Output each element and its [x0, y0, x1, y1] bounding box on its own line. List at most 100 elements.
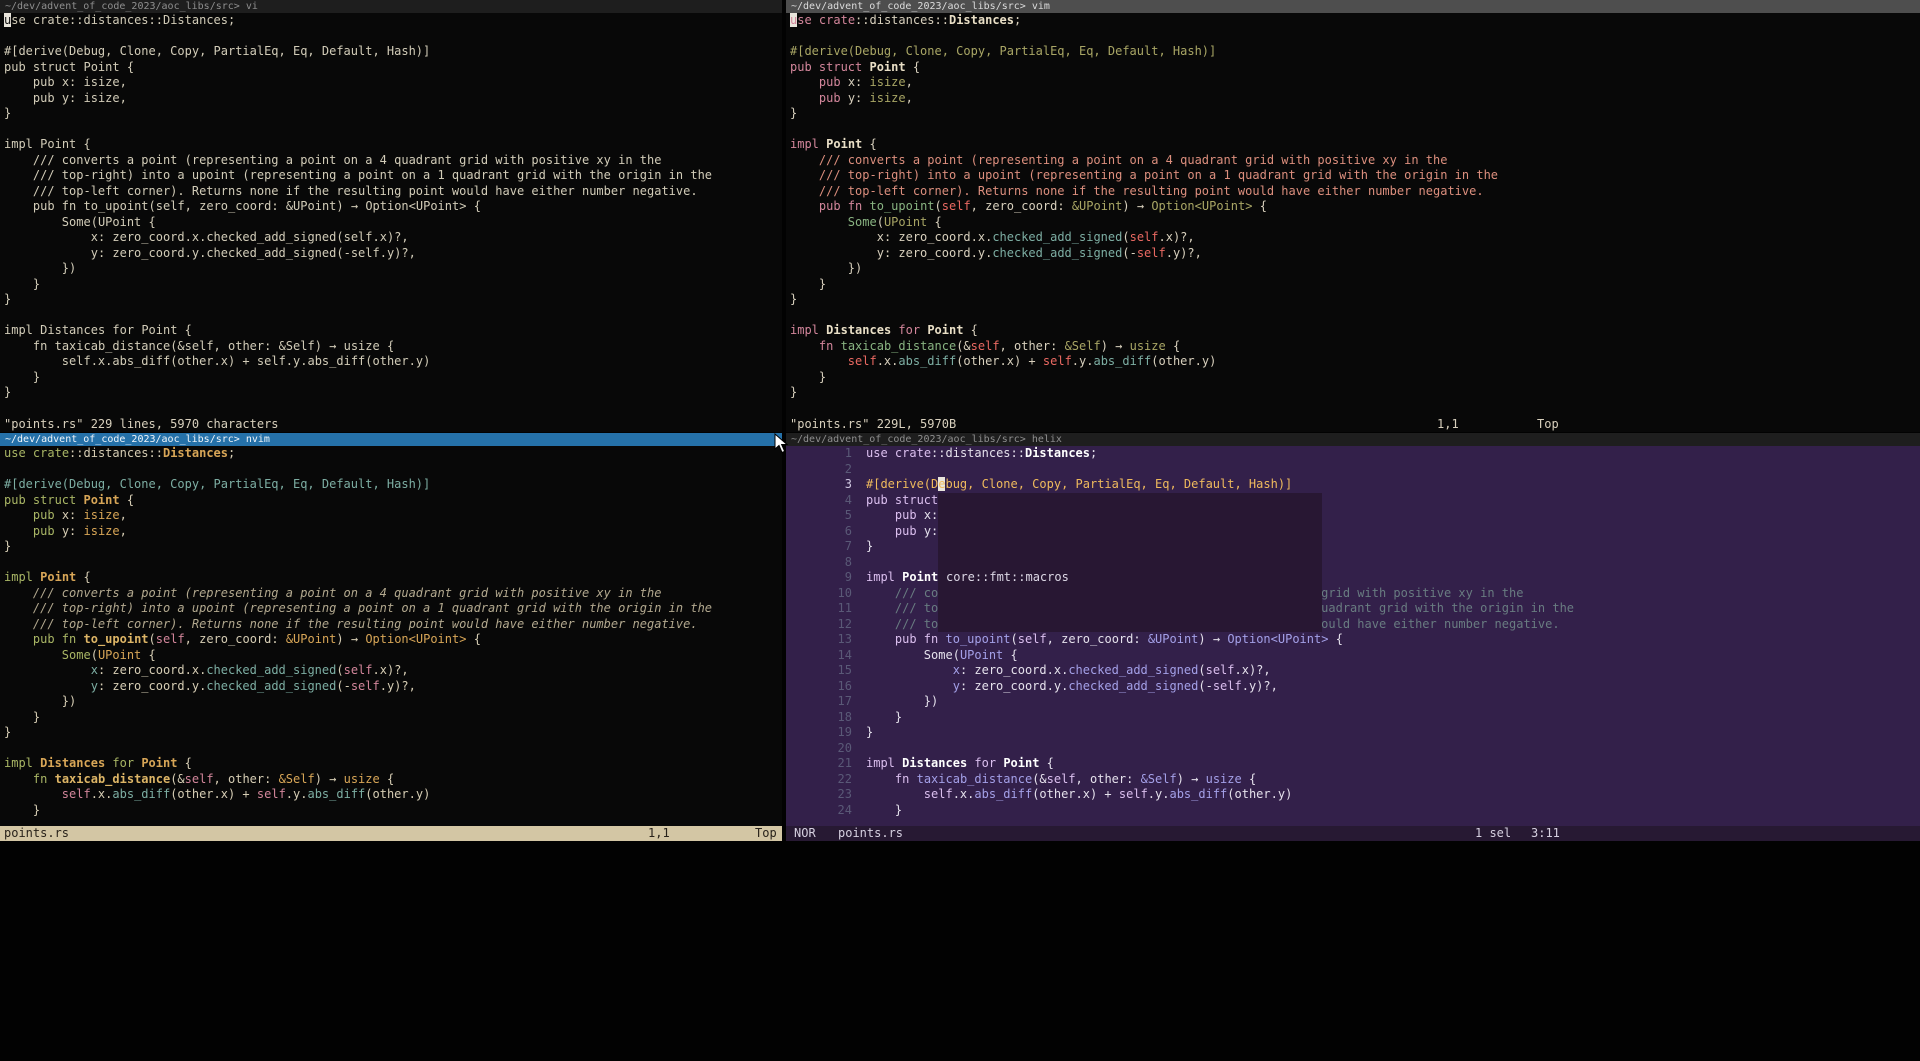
code-line: 22 fn taxicab_distance(&self, other: &Se… — [794, 772, 1920, 788]
code-line: } — [4, 725, 782, 741]
code-line: pub fn to_upoint(self, zero_coord: &UPoi… — [4, 632, 782, 648]
code-line: /// top-right) into a upoint (representi… — [4, 168, 782, 184]
code-line: impl Point { — [790, 137, 1920, 153]
code-line — [4, 29, 782, 45]
line-number: 8 — [794, 555, 866, 571]
code-line: /// top-left corner). Returns none if th… — [4, 184, 782, 200]
code-line: 1use crate::distances::Distances; — [794, 446, 1920, 462]
code-line: self.x.abs_diff(other.x) + self.y.abs_di… — [4, 354, 782, 370]
nvim-editor-area[interactable]: use crate::distances::Distances; #[deriv… — [0, 446, 782, 818]
line-number: 6 — [794, 524, 866, 540]
line-number: 15 — [794, 663, 866, 679]
code-line: pub y: isize, — [4, 524, 782, 540]
code-line: } — [4, 710, 782, 726]
code-line: y: zero_coord.y.checked_add_signed(-self… — [790, 246, 1920, 262]
pane-vim: ~/dev/advent_of_code_2023/aoc_libs/src> … — [786, 0, 1920, 432]
code-line: impl Distances for Point { — [4, 756, 782, 772]
code-line: } — [4, 803, 782, 819]
helix-file-name: points.rs — [838, 826, 903, 842]
code-line: 23 self.x.abs_diff(other.x) + self.y.abs… — [794, 787, 1920, 803]
code-line: x: zero_coord.x.checked_add_signed(self.… — [4, 230, 782, 246]
code-line: /// converts a point (representing a poi… — [4, 586, 782, 602]
code-line: }) — [790, 261, 1920, 277]
code-line: pub x: isize, — [4, 508, 782, 524]
pane-nvim-titlebar[interactable]: ~/dev/advent_of_code_2023/aoc_libs/src> … — [0, 433, 782, 446]
code-line: /// converts a point (representing a poi… — [4, 153, 782, 169]
code-line: 15 x: zero_coord.x.checked_add_signed(se… — [794, 663, 1920, 679]
code-line: Some(UPoint { — [790, 215, 1920, 231]
code-line: }) — [4, 694, 782, 710]
code-line — [4, 555, 782, 571]
line-number: 10 — [794, 586, 866, 602]
vim-ruler: 1,1 — [1437, 417, 1459, 433]
code-line — [4, 741, 782, 757]
line-number: 5 — [794, 508, 866, 524]
code-line: x: zero_coord.x.checked_add_signed(self.… — [790, 230, 1920, 246]
code-line: 16 y: zero_coord.y.checked_add_signed(-s… — [794, 679, 1920, 695]
vi-editor-area[interactable]: use crate::distances::Distances; #[deriv… — [0, 13, 782, 416]
code-line: 13 pub fn to_upoint(self, zero_coord: &U… — [794, 632, 1920, 648]
code-line: } — [790, 370, 1920, 386]
code-line: } — [790, 292, 1920, 308]
pane-vi-titlebar[interactable]: ~/dev/advent_of_code_2023/aoc_libs/src> … — [0, 0, 782, 13]
mouse-pointer-icon — [774, 433, 789, 454]
line-number: 9 — [794, 570, 866, 586]
code-line: 17 }) — [794, 694, 1920, 710]
code-line: impl Distances for Point { — [4, 323, 782, 339]
line-number: 16 — [794, 679, 866, 695]
line-number: 21 — [794, 756, 866, 772]
code-line: 14 Some(UPoint { — [794, 648, 1920, 664]
code-line: } — [790, 277, 1920, 293]
pane-vi: ~/dev/advent_of_code_2023/aoc_libs/src> … — [0, 0, 782, 432]
vim-file-info: "points.rs" 229L, 5970B — [790, 417, 956, 433]
vim-statusline: "points.rs" 229L, 5970B 1,1 Top — [786, 417, 1920, 433]
code-line: 24 } — [794, 803, 1920, 819]
pane-nvim: ~/dev/advent_of_code_2023/aoc_libs/src> … — [0, 433, 782, 841]
pane-helix: ~/dev/advent_of_code_2023/aoc_libs/src> … — [786, 433, 1920, 841]
code-line: } — [4, 277, 782, 293]
pane-vim-titlebar[interactable]: ~/dev/advent_of_code_2023/aoc_libs/src> … — [786, 0, 1920, 13]
code-line: fn taxicab_distance(&self, other: &Self)… — [790, 339, 1920, 355]
nvim-statusline: points.rs 1,1 Top — [0, 826, 782, 842]
code-line: } — [4, 385, 782, 401]
code-line — [4, 462, 782, 478]
line-number: 19 — [794, 725, 866, 741]
vim-editor-area[interactable]: use crate::distances::Distances; #[deriv… — [786, 13, 1920, 416]
code-line: } — [4, 292, 782, 308]
code-line: pub fn to_upoint(self, zero_coord: &UPoi… — [790, 199, 1920, 215]
code-line — [790, 308, 1920, 324]
vi-statusline: "points.rs" 229 lines, 5970 characters — [0, 417, 782, 433]
code-line: pub fn to_upoint(self, zero_coord: &UPoi… — [4, 199, 782, 215]
code-line: Some(UPoint { — [4, 648, 782, 664]
helix-cursor-position: 3:11 — [1531, 826, 1560, 842]
code-line: #[derive(Debug, Clone, Copy, PartialEq, … — [790, 44, 1920, 60]
code-line — [790, 122, 1920, 138]
code-line: /// converts a point (representing a poi… — [790, 153, 1920, 169]
code-line: y: zero_coord.y.checked_add_signed(-self… — [4, 246, 782, 262]
code-line: 21impl Distances for Point { — [794, 756, 1920, 772]
code-line: /// top-left corner). Returns none if th… — [4, 617, 782, 633]
vim-scroll-position: Top — [1537, 417, 1559, 433]
code-line: 18 } — [794, 710, 1920, 726]
pane-helix-titlebar[interactable]: ~/dev/advent_of_code_2023/aoc_libs/src> … — [786, 433, 1920, 446]
nvim-file-name: points.rs — [4, 826, 69, 842]
code-line — [790, 401, 1920, 417]
line-number: 13 — [794, 632, 866, 648]
code-line: pub y: isize, — [4, 91, 782, 107]
code-line: self.x.abs_diff(other.x) + self.y.abs_di… — [790, 354, 1920, 370]
code-line: #[derive(Debug, Clone, Copy, PartialEq, … — [4, 477, 782, 493]
code-line: self.x.abs_diff(other.x) + self.y.abs_di… — [4, 787, 782, 803]
code-line: pub x: isize, — [4, 75, 782, 91]
line-number: 7 — [794, 539, 866, 555]
line-number: 2 — [794, 462, 866, 478]
code-line — [4, 122, 782, 138]
code-line: #[derive(Debug, Clone, Copy, PartialEq, … — [4, 44, 782, 60]
code-line: } — [790, 385, 1920, 401]
code-line: 19} — [794, 725, 1920, 741]
code-line: 2 — [794, 462, 1920, 478]
code-line: Some(UPoint { — [4, 215, 782, 231]
line-number: 18 — [794, 710, 866, 726]
code-line: pub y: isize, — [790, 91, 1920, 107]
line-number: 3 — [794, 477, 866, 493]
code-line: pub struct Point { — [4, 493, 782, 509]
